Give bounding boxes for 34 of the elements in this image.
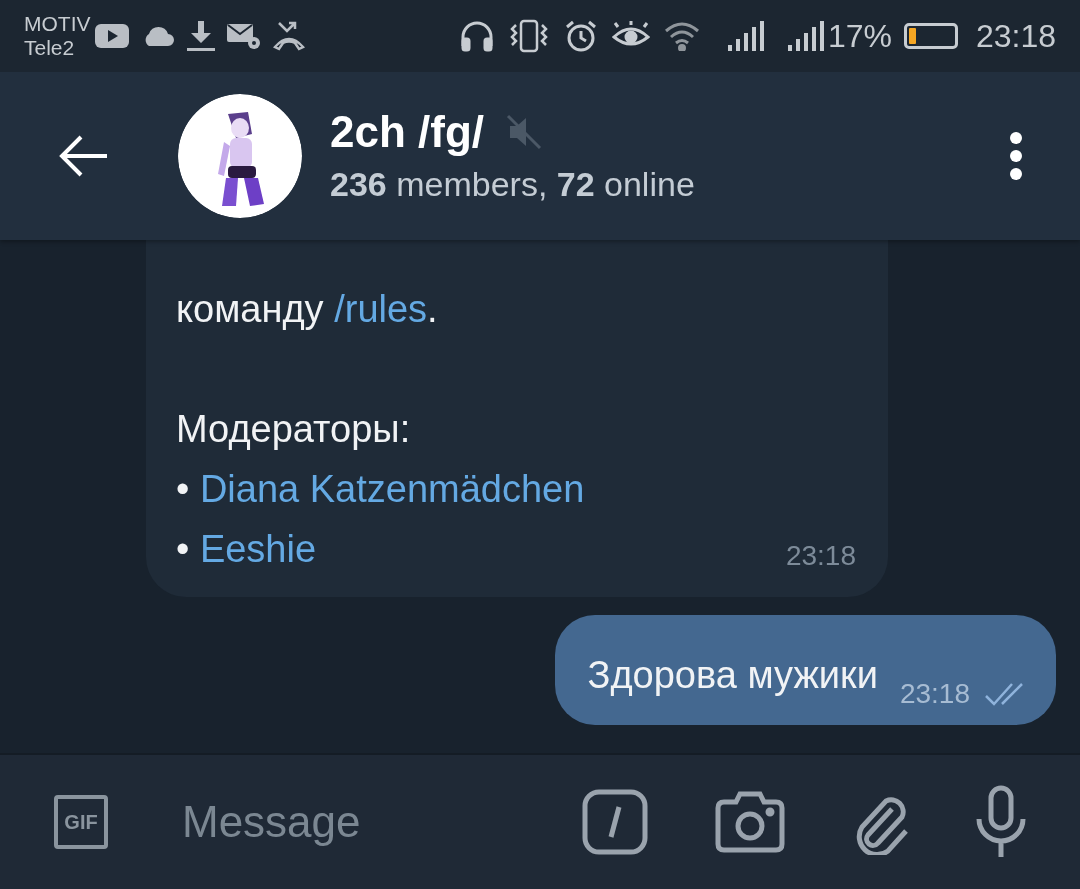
message-line: • Diana Katzenmädchen (176, 467, 585, 512)
message-time: 23:18 (785, 539, 856, 573)
mail-gear-icon (226, 22, 261, 50)
carrier-name: Tele2 (24, 36, 76, 60)
battery-icon (903, 23, 958, 49)
message-composer[interactable]: GIF Message (0, 753, 1080, 889)
alarm-clock-icon (563, 19, 598, 53)
members-status: 236 members, 72 online (330, 164, 695, 205)
wifi-icon (663, 21, 700, 51)
video-play-icon (94, 24, 129, 48)
link[interactable]: Eeshie (199, 528, 317, 570)
carrier-name: MOTIV (24, 12, 91, 36)
message-field[interactable]: Message (182, 789, 582, 855)
message-line: • Eeshie (176, 527, 317, 572)
message-time: 23:18 (899, 677, 970, 711)
link[interactable]: /rules (334, 288, 428, 330)
microphone-icon[interactable] (976, 785, 1026, 859)
message-line: Здорова мужики (587, 653, 878, 698)
message-line: Модераторы: (176, 407, 411, 452)
headphones-icon (459, 20, 494, 52)
message-line: команду /rules. (176, 287, 438, 332)
signal-icon (727, 21, 764, 51)
link[interactable]: Diana Katzenmädchen (199, 468, 585, 510)
more-icon (1009, 131, 1023, 181)
signal-icon (787, 21, 824, 51)
command-icon[interactable] (582, 789, 648, 855)
battery-percentage: 17% (827, 17, 892, 56)
chat-title: 2ch /fg/ (330, 106, 485, 158)
camera-icon[interactable] (714, 790, 786, 854)
gif-button[interactable]: GIF (54, 795, 108, 849)
back-arrow-icon (59, 134, 109, 178)
clock-time: 23:18 (975, 17, 1056, 56)
missed-call-icon (272, 21, 305, 51)
download-icon (186, 21, 215, 51)
